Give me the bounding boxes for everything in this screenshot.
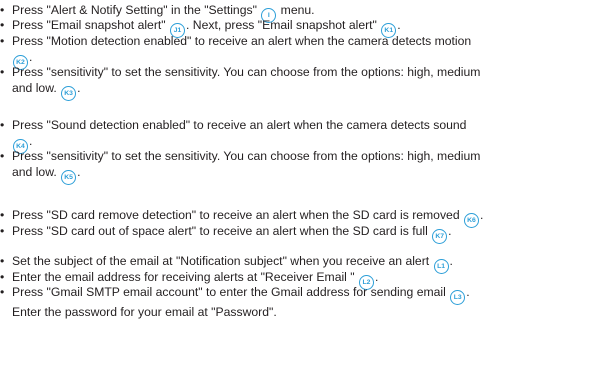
item-text: Press "sensitivity" to set the sensitivi…: [12, 149, 481, 163]
bullet: •: [0, 224, 5, 238]
item-text: . Next, press "Email snapshot alert": [186, 18, 381, 32]
step-badge: K7: [432, 229, 448, 244]
item-text: Enter the password for your email at "Pa…: [12, 305, 277, 319]
item-text: .: [397, 18, 401, 32]
item-text: Press "Sound detection enabled" to recei…: [12, 118, 467, 132]
item-text: Press "Alert & Notify Setting" in the "S…: [12, 3, 261, 17]
item-text: Set the subject of the email at "Notific…: [12, 254, 433, 268]
item-text: Press "Email snapshot alert": [12, 18, 169, 32]
item-text: .: [448, 224, 452, 238]
item-text: Press "SD card remove detection" to rece…: [12, 208, 463, 222]
bullet: •: [0, 65, 5, 79]
bullet: •: [0, 18, 5, 32]
step-badge: K3: [61, 85, 77, 101]
bullet: •: [0, 149, 5, 163]
item-text: .: [374, 270, 379, 284]
item-text: .: [77, 164, 81, 179]
item-text: .: [480, 208, 484, 222]
step-badge: L3: [450, 290, 466, 305]
item-text: Enter the email address for receiving al…: [12, 270, 358, 284]
bullet: •: [0, 270, 5, 284]
bullet: •: [0, 118, 5, 132]
bullet: •: [0, 285, 5, 299]
bullet: •: [0, 208, 5, 222]
item-text: and low.: [12, 80, 61, 95]
item-text: Press "Gmail SMTP email account" to ente…: [12, 285, 450, 299]
item-text: menu.: [277, 3, 315, 17]
item-text: Press "sensitivity" to set the sensitivi…: [12, 65, 481, 79]
bullet: •: [0, 254, 5, 268]
item-text: and low.: [12, 164, 61, 179]
item-text: Press "Motion detection enabled" to rece…: [12, 34, 472, 48]
item-text: Press "SD card out of space alert" to re…: [12, 224, 432, 238]
item-text: .: [449, 254, 453, 268]
bullet: •: [0, 34, 5, 48]
item-text: .: [29, 49, 33, 64]
item-text: .: [77, 80, 81, 95]
item-text: .: [466, 285, 470, 299]
bullet: •: [0, 3, 5, 17]
item-text: .: [29, 133, 33, 148]
step-badge: K5: [61, 169, 77, 185]
